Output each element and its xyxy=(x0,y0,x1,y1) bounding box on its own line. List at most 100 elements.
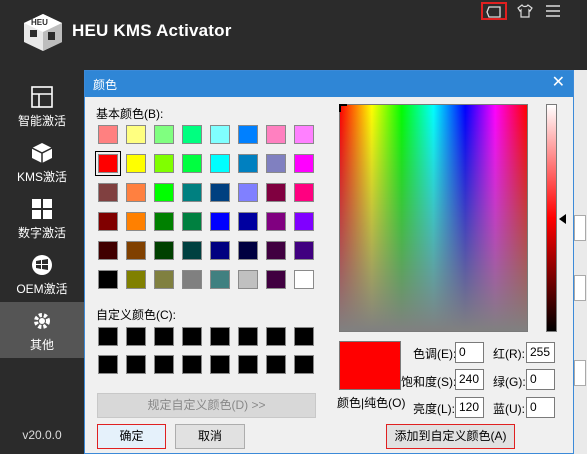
basic-color-swatch[interactable] xyxy=(238,241,258,260)
background-control xyxy=(574,275,586,301)
basic-color-swatch[interactable] xyxy=(126,270,146,289)
green-input[interactable]: 0 xyxy=(526,369,555,390)
background-panel-edge xyxy=(572,70,587,454)
red-label: 红(R): xyxy=(493,347,525,361)
basic-color-swatch[interactable] xyxy=(98,212,118,231)
basic-color-swatch[interactable] xyxy=(95,151,121,176)
luminance-label: 亮度(L): xyxy=(413,402,456,416)
app-header: HEU HEU KMS Activator xyxy=(0,0,587,70)
basic-color-swatch[interactable] xyxy=(98,241,118,260)
blue-input[interactable]: 0 xyxy=(526,397,555,418)
basic-color-swatch[interactable] xyxy=(126,241,146,260)
color-dialog: 颜色 ✕ 基本颜色(B): 自定义颜色(C): 规定自定义颜色(D) >> 确定… xyxy=(84,70,574,454)
hue-input[interactable]: 0 xyxy=(455,342,484,363)
background-control xyxy=(574,215,586,241)
define-custom-colors-button[interactable]: 规定自定义颜色(D) >> xyxy=(97,393,316,418)
basic-color-swatch[interactable] xyxy=(294,241,314,260)
color-solid-label: 颜色|纯色(O) xyxy=(337,396,406,410)
custom-color-swatch[interactable] xyxy=(182,355,202,374)
custom-color-swatch[interactable] xyxy=(210,355,230,374)
basic-color-swatch[interactable] xyxy=(294,270,314,289)
custom-color-swatch[interactable] xyxy=(154,355,174,374)
sidebar-item-digital-activate[interactable]: 数字激活 xyxy=(0,190,84,246)
sidebar-item-smart-activate[interactable]: 智能激活 xyxy=(0,78,84,134)
basic-color-swatch[interactable] xyxy=(210,212,230,231)
sidebar-item-oem-activate[interactable]: OEM激活 xyxy=(0,246,84,302)
sidebar-item-kms-activate[interactable]: KMS激活 xyxy=(0,134,84,190)
custom-color-swatch[interactable] xyxy=(294,327,314,346)
basic-color-swatch[interactable] xyxy=(154,212,174,231)
basic-color-swatch[interactable] xyxy=(294,212,314,231)
custom-color-swatch[interactable] xyxy=(98,355,118,374)
basic-color-swatch[interactable] xyxy=(126,183,146,202)
basic-color-swatch[interactable] xyxy=(154,241,174,260)
basic-color-swatch[interactable] xyxy=(98,125,118,144)
basic-color-swatch[interactable] xyxy=(182,183,202,202)
basic-color-swatch[interactable] xyxy=(210,125,230,144)
basic-color-swatch[interactable] xyxy=(294,154,314,173)
basic-color-swatch[interactable] xyxy=(98,183,118,202)
red-input[interactable]: 255 xyxy=(526,342,555,363)
basic-color-swatch[interactable] xyxy=(182,241,202,260)
basic-color-swatch[interactable] xyxy=(238,212,258,231)
menu-icon-button[interactable] xyxy=(540,2,566,20)
basic-color-swatch[interactable] xyxy=(182,212,202,231)
basic-color-swatch[interactable] xyxy=(266,183,286,202)
saturation-input[interactable]: 240 xyxy=(455,369,484,390)
basic-color-swatch[interactable] xyxy=(210,183,230,202)
basic-color-swatch[interactable] xyxy=(182,154,202,173)
custom-color-swatch[interactable] xyxy=(154,327,174,346)
basic-color-swatch[interactable] xyxy=(266,212,286,231)
color-spectrum[interactable] xyxy=(339,104,528,332)
cancel-button[interactable]: 取消 xyxy=(175,424,245,449)
add-to-custom-colors-button[interactable]: 添加到自定义颜色(A) xyxy=(386,424,515,449)
basic-color-swatch[interactable] xyxy=(210,241,230,260)
basic-color-swatch[interactable] xyxy=(154,183,174,202)
skin-icon-button[interactable] xyxy=(481,2,507,20)
custom-color-swatch[interactable] xyxy=(182,327,202,346)
sidebar: 智能激活 KMS激活 数字激活 OEM激活 其他 v20.0.0 xyxy=(0,70,84,454)
custom-color-swatch[interactable] xyxy=(210,327,230,346)
custom-color-swatch[interactable] xyxy=(294,355,314,374)
luminance-slider[interactable] xyxy=(546,104,557,332)
custom-color-swatch[interactable] xyxy=(238,327,258,346)
shirt-icon-button[interactable] xyxy=(512,2,538,20)
basic-color-swatch[interactable] xyxy=(294,183,314,202)
ok-button[interactable]: 确定 xyxy=(97,424,166,449)
basic-color-swatch[interactable] xyxy=(238,183,258,202)
custom-color-swatch[interactable] xyxy=(266,355,286,374)
basic-color-swatch[interactable] xyxy=(154,270,174,289)
basic-color-swatch[interactable] xyxy=(266,125,286,144)
basic-color-swatch[interactable] xyxy=(266,154,286,173)
basic-color-swatch[interactable] xyxy=(238,270,258,289)
basic-color-swatch[interactable] xyxy=(294,125,314,144)
basic-color-swatch[interactable] xyxy=(154,125,174,144)
custom-color-swatch[interactable] xyxy=(126,355,146,374)
windows-icon xyxy=(31,86,53,108)
custom-color-swatch[interactable] xyxy=(98,327,118,346)
custom-color-swatch[interactable] xyxy=(126,327,146,346)
basic-color-swatch[interactable] xyxy=(98,270,118,289)
tag-icon xyxy=(486,6,501,18)
custom-color-swatch[interactable] xyxy=(266,327,286,346)
basic-color-swatch[interactable] xyxy=(126,154,146,173)
basic-color-swatch[interactable] xyxy=(126,125,146,144)
sidebar-item-other[interactable]: 其他 xyxy=(0,302,84,358)
basic-color-swatch[interactable] xyxy=(154,154,174,173)
sidebar-item-label: 其他 xyxy=(29,338,54,352)
basic-color-swatch[interactable] xyxy=(182,125,202,144)
basic-color-swatch[interactable] xyxy=(266,241,286,260)
app-title: HEU KMS Activator xyxy=(72,21,232,40)
luminance-arrow-icon[interactable] xyxy=(559,214,566,224)
basic-color-swatch[interactable] xyxy=(182,270,202,289)
luminance-input[interactable]: 120 xyxy=(455,397,484,418)
basic-color-swatch[interactable] xyxy=(266,270,286,289)
basic-color-swatch[interactable] xyxy=(238,154,258,173)
basic-color-swatch[interactable] xyxy=(210,270,230,289)
hamburger-menu-icon xyxy=(546,5,560,17)
close-icon[interactable]: ✕ xyxy=(552,74,565,92)
basic-color-swatch[interactable] xyxy=(126,212,146,231)
basic-color-swatch[interactable] xyxy=(238,125,258,144)
custom-color-swatch[interactable] xyxy=(238,355,258,374)
basic-color-swatch[interactable] xyxy=(210,154,230,173)
